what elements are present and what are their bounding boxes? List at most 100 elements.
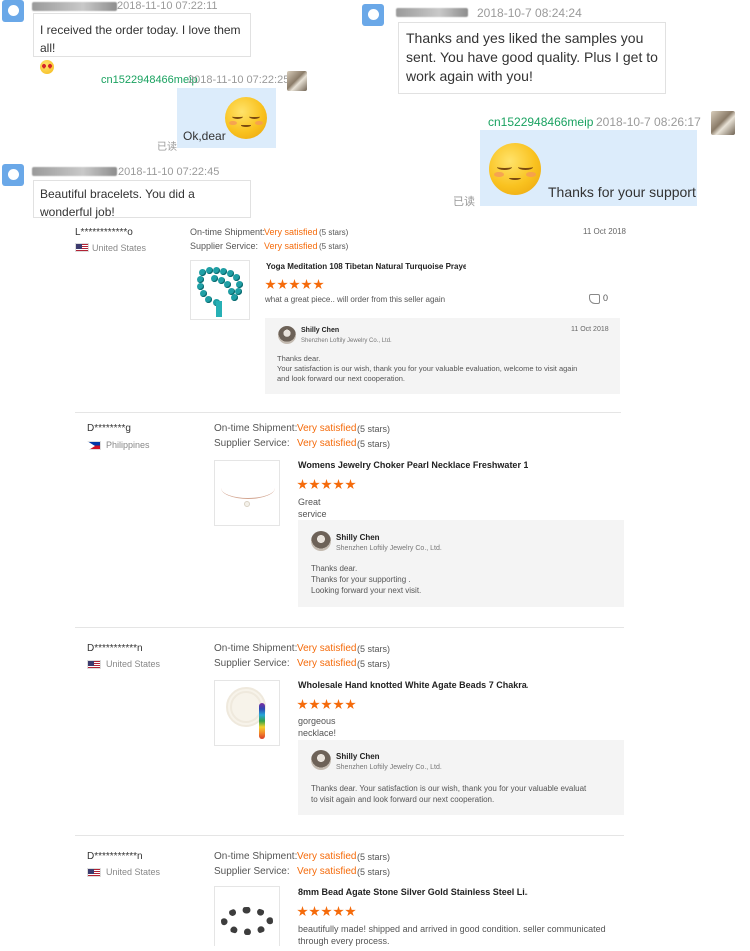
thumbs-up-icon [589,293,600,304]
reply-text: Thanks dear. Your satisfaction is our wi… [277,354,617,384]
seller-reply: Shilly Chen Shenzhen Loftily Jewelry Co.… [298,740,624,815]
product-thumbnail[interactable] [214,680,280,746]
seller-company: Shenzhen Loftily Jewelry Co., Ltd. [301,338,392,344]
star-icon [333,699,344,710]
product-thumbnail[interactable] [214,460,280,526]
smile-emoji-icon [489,143,541,195]
flag-us-icon [87,868,101,877]
reply-line: and look forward our next cooperation. [277,374,405,383]
message-bubble: Beautiful bracelets. You did a wonderful… [33,180,251,219]
star-icon [321,906,332,917]
shipment-stars: (5 stars) [357,424,391,434]
redacted-username [32,167,117,176]
shipment-stars: (5 stars) [357,644,391,654]
review-comment: Great service [298,497,327,519]
service-label: Supplier Service: [190,241,259,251]
rating-stars [297,697,357,715]
message-time: 2018-11-10 07:22:11 [117,0,218,12]
product-title-link[interactable]: 8mm Bead Agate Stone Silver Gold Stainle… [298,887,528,897]
reviewer-name: D***********n [87,643,143,654]
rating-stars [297,904,357,922]
choker-necklace-image [221,477,275,499]
chat-panel: 2018-11-10 07:22:11 I received the order… [0,0,750,219]
reviewer-country: United States [92,243,147,253]
shipment-value: Very satisfied [297,643,357,654]
reply-text: Thanks dear. Thanks for your supporting … [311,563,621,596]
message-time: 2018-11-10 07:22:25 [188,74,290,86]
smile-emoji-icon [225,97,267,139]
reply-text: Thanks dear. Your satisfaction is our wi… [311,783,624,805]
star-icon [297,699,308,710]
rating-stars [265,277,325,295]
product-thumbnail[interactable] [190,260,250,320]
service-stars: (5 stars) [357,439,391,449]
message-bubble: Thanks and yes liked the samples you sen… [398,22,666,94]
seller-name: Shilly Chen [301,327,340,334]
star-icon [309,699,320,710]
service-label: Supplier Service: [214,658,290,669]
like-button[interactable]: 0 [589,293,608,304]
product-title-link[interactable]: Wholesale Hand knotted White Agate Beads… [298,680,528,690]
reviewer-country: United States [106,867,161,877]
review-date: 11 Oct 2018 [583,227,626,236]
service-value: Very satisfied [297,658,357,669]
message-bubble: Ok,dear [177,88,276,148]
seller-name: Shilly Chen [336,752,380,761]
flag-us-icon [75,243,89,252]
seller-name: Shilly Chen [336,533,380,542]
reviewer-name: L************o [75,227,133,238]
user-avatar-icon [2,0,24,22]
reply-line: Thanks dear. [311,564,358,573]
reply-line: Thanks dear. [277,354,321,363]
service-stars: (5 stars) [357,867,391,877]
user-avatar-icon [362,4,384,26]
shipment-label: On-time Shipment: [214,423,298,434]
sender-name: cn1522948466meip [488,115,594,129]
product-thumbnail[interactable] [214,886,280,946]
product-title-link[interactable]: Yoga Meditation 108 Tibetan Natural Turq… [266,262,466,271]
service-label: Supplier Service: [214,866,290,877]
message-text: Beautiful bracelets. You did a wonderful… [40,187,195,219]
service-label: Supplier Service: [214,438,290,449]
star-icon [277,279,288,290]
bracelet-image [221,907,273,935]
review-comment: what a great piece.. will order from thi… [265,295,446,304]
message-text: I received the order today. I love them … [40,23,241,55]
message-text: Thanks and yes liked the samples you sen… [406,30,658,84]
shipment-stars: (5 stars) [319,228,349,237]
service-stars: (5 stars) [357,659,391,669]
product-title-link[interactable]: Womens Jewelry Choker Pearl Necklace Fre… [298,460,528,470]
flag-ph-icon [87,441,101,451]
star-icon [313,279,324,290]
message-bubble: Thanks for your support [480,130,697,206]
seller-reply: Shilly Chen Shenzhen Loftily Jewelry Co.… [265,318,620,394]
star-icon [265,279,276,290]
like-count: 0 [603,293,609,303]
seller-avatar-icon [287,71,307,91]
reply-line: Your satisfaction is our wish, thank you… [277,364,578,373]
shipment-label: On-time Shipment: [214,643,298,654]
flag-us-icon [87,660,101,669]
star-icon [309,906,320,917]
message-time: 2018-10-7 08:24:24 [477,6,582,20]
reviewer-country: United States [106,659,161,669]
shipment-value: Very satisfied [264,227,318,237]
reviewer-name: D***********n [87,851,143,862]
reply-date: 11 Oct 2018 [571,326,609,333]
star-icon [301,279,312,290]
message-time: 2018-11-10 07:22:45 [118,166,220,178]
star-icon [289,279,300,290]
service-value: Very satisfied [264,241,318,251]
star-icon [321,699,332,710]
star-icon [345,479,356,490]
star-icon [333,906,344,917]
chakra-beads-image [259,703,265,739]
star-icon [345,906,356,917]
seller-avatar-icon [311,531,331,551]
shipment-stars: (5 stars) [357,852,391,862]
pearl-image [244,501,250,507]
comment-line: beautifully made! shipped and arrived in… [298,924,606,934]
reply-line: to visit again and look forward our next… [311,795,495,804]
reviewer-name: D********g [87,423,131,434]
shipment-label: On-time Shipment: [190,227,266,237]
